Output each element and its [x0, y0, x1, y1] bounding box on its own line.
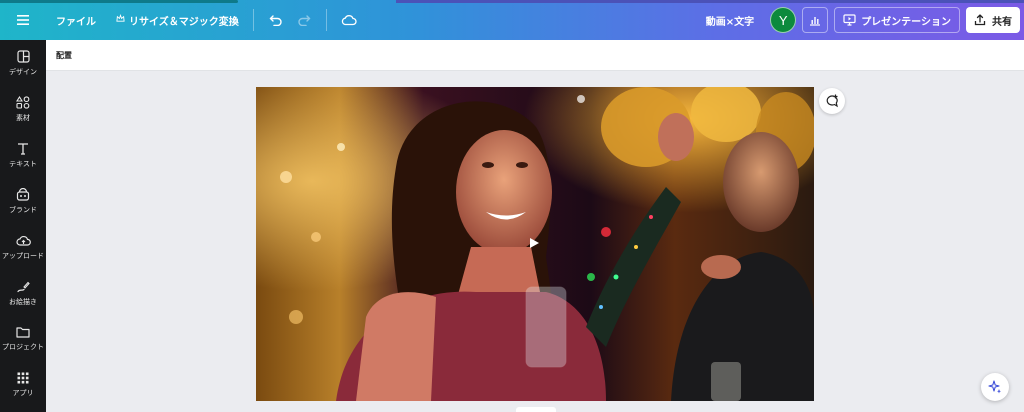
top-toolbar: ファイル リサイズ＆マジック変換 動画×文字 Y プレゼンテーション 共有: [0, 0, 1024, 40]
sidebar-item-projects[interactable]: プロジェクト: [0, 316, 46, 362]
add-comment-button[interactable]: [819, 88, 845, 114]
sidebar-item-label: 素材: [16, 113, 30, 122]
left-sidebar: デザイン 素材 テキスト ブランド アップロード お絵描き プロジェクト アプリ: [0, 40, 46, 412]
sidebar-item-label: デザイン: [9, 67, 37, 76]
present-label: プレゼンテーション: [861, 16, 951, 28]
sidebar-item-label: お絵描き: [9, 297, 37, 306]
page-indicator-tab[interactable]: [516, 407, 556, 412]
brand-icon: [16, 187, 30, 201]
bar-chart-icon: [810, 17, 821, 26]
crown-icon: [116, 13, 125, 26]
present-button[interactable]: プレゼンテーション: [834, 7, 960, 33]
folder-icon: [16, 327, 30, 338]
context-toolbar: 配置: [46, 40, 1024, 71]
upload-cloud-icon: [15, 235, 31, 246]
undo-icon: [269, 15, 282, 26]
presentation-icon: [843, 14, 856, 26]
sidebar-item-elements[interactable]: 素材: [0, 86, 46, 132]
menu-icon[interactable]: [0, 0, 46, 40]
avatar[interactable]: Y: [770, 7, 797, 33]
play-button[interactable]: [522, 231, 546, 255]
magic-assistant-button[interactable]: [981, 373, 1009, 401]
draw-icon: [17, 281, 30, 292]
toolbar-divider: [252, 9, 254, 31]
layout-icon: [16, 49, 30, 63]
text-icon: [18, 142, 28, 155]
sidebar-item-text[interactable]: テキスト: [0, 132, 46, 178]
sidebar-item-uploads[interactable]: アップロード: [0, 224, 46, 270]
resize-magic-label: リサイズ＆マジック変換: [129, 16, 239, 28]
sidebar-item-apps[interactable]: アプリ: [0, 362, 46, 408]
sidebar-item-design[interactable]: デザイン: [0, 40, 46, 86]
sparkle-icon: [988, 380, 1001, 394]
redo-icon: [298, 15, 311, 26]
insights-button[interactable]: [802, 7, 829, 33]
share-label: 共有: [992, 16, 1012, 28]
undo-button[interactable]: [262, 6, 290, 34]
document-title[interactable]: 動画×文字: [706, 13, 754, 28]
resize-magic-button[interactable]: リサイズ＆マジック変換: [110, 6, 245, 34]
sidebar-item-label: アップロード: [2, 251, 44, 260]
shapes-icon: [16, 95, 30, 109]
sidebar-item-label: アプリ: [12, 389, 34, 397]
share-button[interactable]: 共有: [966, 7, 1020, 33]
file-menu-label: ファイル: [56, 16, 96, 28]
play-icon: [530, 238, 539, 248]
cloud-sync-icon: [341, 15, 357, 26]
toolbar-divider: [325, 9, 327, 31]
sidebar-item-brand[interactable]: ブランド: [0, 178, 46, 224]
apps-grid-icon: [17, 372, 29, 384]
sidebar-item-label: プロジェクト: [2, 343, 44, 351]
cloud-save-button[interactable]: [335, 6, 363, 34]
sidebar-item-label: テキスト: [9, 159, 37, 168]
position-button[interactable]: 配置: [56, 50, 72, 61]
upload-share-icon: [974, 14, 986, 26]
sidebar-item-label: ブランド: [9, 205, 37, 214]
sidebar-item-draw[interactable]: お絵描き: [0, 270, 46, 316]
comment-plus-icon: [826, 94, 838, 108]
redo-button[interactable]: [290, 6, 318, 34]
file-menu-button[interactable]: ファイル: [50, 6, 102, 34]
